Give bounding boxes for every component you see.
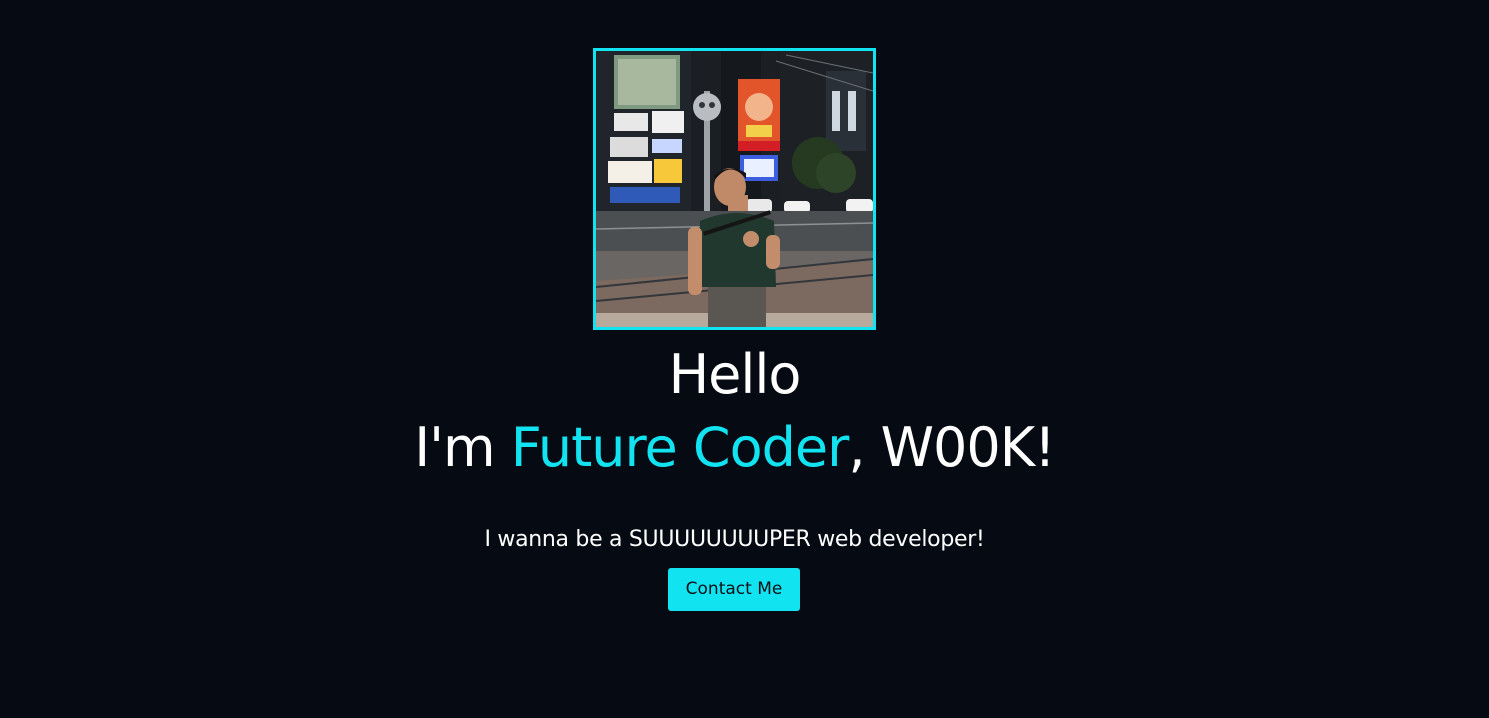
- intro-prefix: I'm: [414, 416, 511, 479]
- hero-section: Hello I'm Future Coder, W00K! I wanna be…: [0, 0, 1489, 718]
- profile-photo-illustration: [596, 51, 873, 327]
- intro-heading: I'm Future Coder, W00K!: [0, 412, 1469, 484]
- hello-heading: Hello: [668, 343, 802, 406]
- intro-highlight: Future Coder: [510, 416, 850, 479]
- contact-me-button[interactable]: Contact Me: [668, 568, 800, 611]
- tagline: I wanna be a SUUUUUUUUPER web developer!: [484, 527, 985, 552]
- intro-suffix: , W00K!: [848, 416, 1055, 479]
- profile-photo: [593, 48, 876, 330]
